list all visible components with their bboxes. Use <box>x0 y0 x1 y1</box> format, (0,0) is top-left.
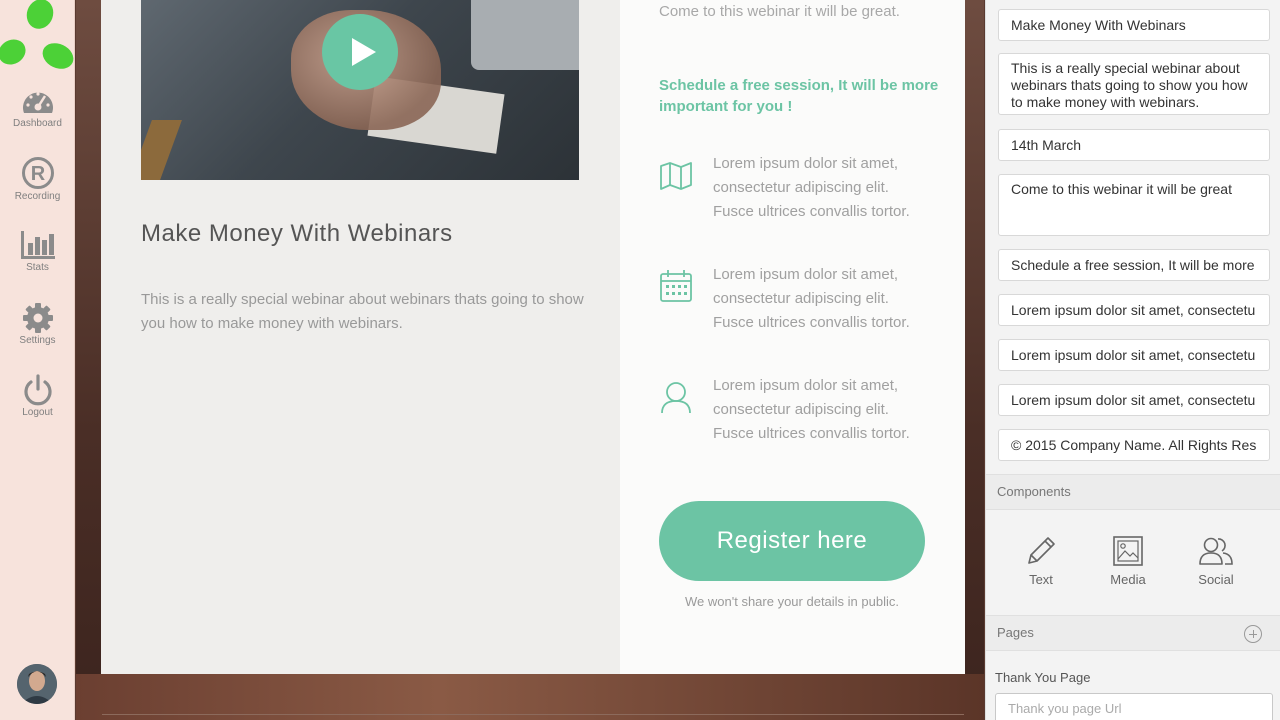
user-avatar-image <box>17 664 57 704</box>
feature-3-field[interactable]: Lorem ipsum dolor sit amet, consectetu <box>998 384 1270 416</box>
svg-text:R: R <box>30 163 45 185</box>
component-media[interactable]: Media <box>1093 534 1163 594</box>
sidebar-item-stats[interactable]: Stats <box>0 229 75 289</box>
trefoil-logo[interactable] <box>0 0 75 72</box>
feature-2-field[interactable]: Lorem ipsum dolor sit amet, consectetu <box>998 339 1270 371</box>
cta-text: Schedule a free session, It will be more… <box>659 77 939 115</box>
page-title: Make Money With Webinars <box>141 220 453 247</box>
editor-panel: Make Money With Webinars This is a reall… <box>985 0 1280 720</box>
feature-item: Lorem ipsum dolor sit amet, consectetur … <box>659 263 949 363</box>
landing-page-preview: Make Money With Webinars This is a reall… <box>101 0 965 674</box>
users-icon <box>1199 537 1233 565</box>
add-page-icon[interactable] <box>1244 625 1262 643</box>
calendar-icon <box>660 270 692 302</box>
component-social[interactable]: Social <box>1181 534 1251 594</box>
description-field[interactable]: This is a really special webinar about w… <box>998 53 1270 115</box>
map-icon <box>660 162 692 190</box>
title-field[interactable]: Make Money With Webinars <box>998 9 1270 41</box>
component-label: Media <box>1110 572 1146 587</box>
pages-header-label: Pages <box>997 625 1034 640</box>
component-label: Text <box>1029 572 1053 587</box>
copyright-field[interactable]: © 2015 Company Name. All Rights Res <box>998 429 1270 461</box>
divider <box>102 714 964 715</box>
right-column: Come to this webinar it will be great. S… <box>620 0 965 674</box>
sidebar-item-dashboard[interactable]: Dashboard <box>0 87 75 147</box>
registered-icon: R <box>21 157 54 189</box>
sidebar-item-label: Dashboard <box>13 118 62 129</box>
feature-1-field[interactable]: Lorem ipsum dolor sit amet, consectetu <box>998 294 1270 326</box>
sidebar-item-label: Stats <box>26 262 49 273</box>
sidebar-item-label: Settings <box>19 335 56 346</box>
intro-text-field[interactable]: Come to this webinar it will be great <box>998 174 1270 236</box>
feature-item: Lorem ipsum dolor sit amet, consectetur … <box>659 374 949 474</box>
sidebar-item-logout[interactable]: Logout <box>0 374 75 434</box>
component-label: Social <box>1198 572 1234 587</box>
bar-chart-icon <box>20 231 55 259</box>
play-button[interactable] <box>322 14 398 90</box>
pages-header: Pages <box>986 615 1280 651</box>
page-name-label: Thank You Page <box>995 670 1091 685</box>
register-button[interactable]: Register here <box>659 501 925 581</box>
power-icon <box>23 374 52 406</box>
left-column: Make Money With Webinars This is a reall… <box>101 0 620 674</box>
components-header: Components <box>986 474 1280 510</box>
sidebar: Dashboard R Recording Stats Settings Log… <box>0 0 75 720</box>
date-field[interactable]: 14th March <box>998 129 1270 161</box>
video-thumbnail[interactable] <box>141 0 579 180</box>
components-header-label: Components <box>997 484 1071 499</box>
avatar[interactable] <box>17 664 57 704</box>
feature-text: Lorem ipsum dolor sit amet, consectetur … <box>713 155 910 220</box>
sidebar-item-recording[interactable]: R Recording <box>0 156 75 216</box>
feature-item: Lorem ipsum dolor sit amet, consectetur … <box>659 152 949 252</box>
page-url-input[interactable] <box>995 693 1273 720</box>
pencil-icon <box>1028 537 1055 564</box>
dashboard-gauge-icon <box>22 92 53 113</box>
intro-text: Come to this webinar it will be great. <box>659 3 900 20</box>
feature-text: Lorem ipsum dolor sit amet, consectetur … <box>713 377 910 442</box>
sidebar-item-label: Logout <box>22 407 53 418</box>
component-text[interactable]: Text <box>1006 534 1076 594</box>
gear-icon <box>22 303 53 333</box>
privacy-note: We won't share your details in public. <box>685 594 899 609</box>
image-icon <box>1113 536 1143 566</box>
user-icon <box>661 382 691 414</box>
cta-text-field[interactable]: Schedule a free session, It will be more <box>998 249 1270 281</box>
sidebar-item-label: Recording <box>14 191 61 202</box>
sidebar-item-settings[interactable]: Settings <box>0 302 75 362</box>
page-description: This is a really special webinar about w… <box>141 291 584 332</box>
feature-text: Lorem ipsum dolor sit amet, consectetur … <box>713 266 910 331</box>
